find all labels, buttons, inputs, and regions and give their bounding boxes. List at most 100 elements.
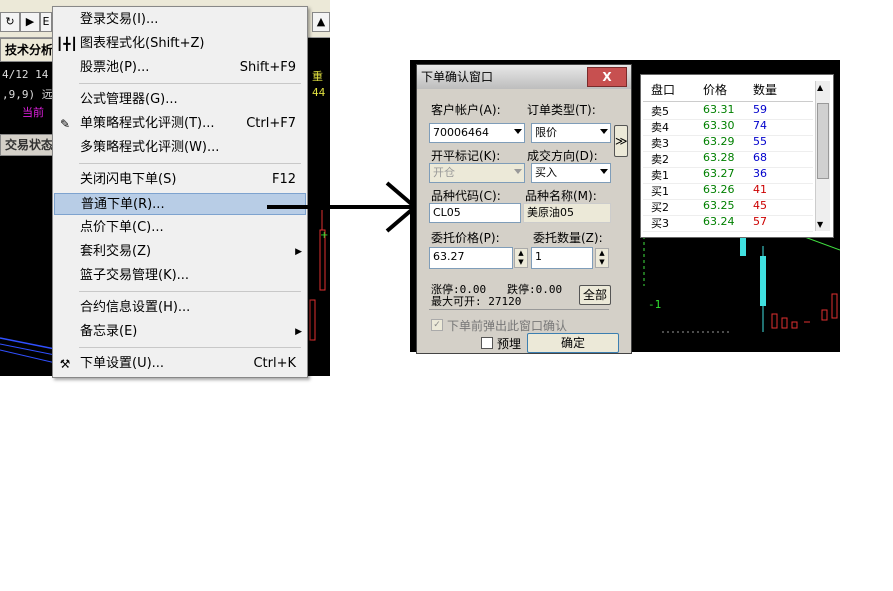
menu-separator [79, 163, 301, 164]
header-qty: 数量 [753, 83, 778, 97]
menu-item-label: 合约信息设置(H)... [80, 300, 191, 315]
chart-current-text: 当前 [22, 106, 44, 119]
menu-item-stock-pool[interactable]: 股票池(P)... Shift+F9 [54, 57, 306, 79]
dialog-separator [429, 309, 609, 310]
price-input[interactable]: 63.27 [429, 247, 513, 269]
order-book-header: 盘口 价格 数量 [643, 81, 813, 102]
table-row[interactable]: 买1 63.26 41 [643, 183, 813, 200]
chart-date-text: 4/12 14 [2, 68, 49, 81]
table-row[interactable]: 卖2 63.28 68 [643, 151, 813, 168]
book-cell-qty: 59 [753, 103, 767, 116]
table-row[interactable]: 卖3 63.29 55 [643, 135, 813, 152]
chart-lines [0, 337, 60, 365]
qty-input[interactable]: 1 [531, 247, 593, 269]
book-cell-qty: 57 [753, 215, 767, 228]
scroll-up-icon[interactable]: ▲ [817, 83, 823, 92]
book-cell-side: 卖3 [651, 137, 669, 150]
qty-stepper[interactable]: ▲ ▼ [595, 248, 609, 268]
code-input[interactable]: CL05 [429, 203, 521, 223]
confirm-popup-checkbox[interactable]: ✓ [431, 319, 443, 331]
chevron-down-icon [600, 129, 608, 134]
code-label: 品种代码(C): [431, 189, 501, 203]
order-type-value: 限价 [535, 126, 557, 139]
table-row[interactable]: 买3 63.24 57 [643, 215, 813, 232]
table-row[interactable]: 买2 63.25 45 [643, 199, 813, 216]
order-book-scrollbar[interactable]: ▲ ▼ [815, 81, 830, 231]
right-arrow-icon [267, 181, 419, 233]
name-field: 美原油05 [523, 203, 611, 223]
chevron-down-icon [514, 129, 522, 134]
close-button[interactable]: X [587, 67, 627, 87]
menu-item-label: 备忘录(E) [80, 324, 138, 339]
menu-item-basket-trade[interactable]: 篮子交易管理(K)... [54, 265, 306, 287]
book-cell-side: 买1 [651, 185, 669, 198]
table-row[interactable]: 卖4 63.30 74 [643, 119, 813, 136]
menu-item-memo[interactable]: 备忘录(E) ▶ [54, 321, 306, 343]
price-stepper[interactable]: ▲ ▼ [514, 248, 528, 268]
menu-item-label: 多策略程式化评测(W)... [80, 140, 220, 155]
scroll-down-icon[interactable]: ▼ [817, 220, 823, 229]
submenu-arrow-icon: ▶ [295, 327, 302, 337]
right-chart-candles [643, 236, 840, 333]
menu-item-single-strategy[interactable]: ✎ 单策略程式化评测(T)... Ctrl+F7 [54, 113, 306, 135]
ok-button[interactable]: 确定 [527, 333, 619, 353]
menu-item-shortcut: Ctrl+K [253, 356, 296, 371]
direction-select[interactable]: 买入 [531, 163, 611, 183]
menu-item-arbitrage[interactable]: 套利交易(Z) ▶ [54, 241, 306, 263]
all-button[interactable]: 全部 [579, 285, 611, 305]
book-cell-qty: 45 [753, 199, 767, 212]
order-type-label: 订单类型(T): [527, 103, 596, 117]
menu-item-label: 公式管理器(G)... [80, 92, 178, 107]
preview-checkbox[interactable] [481, 337, 493, 349]
book-cell-side: 买2 [651, 201, 669, 214]
play-icon[interactable]: ▶ [20, 12, 40, 32]
book-cell-qty: 68 [753, 151, 767, 164]
menu-item-contract-info[interactable]: 合约信息设置(H)... [54, 297, 306, 319]
book-cell-price: 63.26 [703, 183, 735, 196]
chevron-down-icon [600, 169, 608, 174]
order-type-select[interactable]: 限价 [531, 123, 611, 143]
price-label: 委托价格(P): [431, 231, 500, 245]
submenu-arrow-icon: ▶ [295, 247, 302, 257]
menu-separator [79, 291, 301, 292]
table-row[interactable]: 卖1 63.27 36 [643, 167, 813, 184]
menu-item-label: 图表程式化(Shift+Z) [80, 36, 205, 51]
book-cell-price: 63.27 [703, 167, 735, 180]
direction-label: 成交方向(D): [527, 149, 598, 163]
qty-label: 委托数量(Z): [533, 231, 603, 245]
toolbar-arrow-icon[interactable]: ▲ [312, 12, 330, 32]
book-cell-price: 63.28 [703, 151, 735, 164]
menu-item-multi-strategy[interactable]: 多策略程式化评测(W)... [54, 137, 306, 159]
menu-item-label: 股票池(P)... [80, 60, 150, 75]
book-cell-side: 卖1 [651, 169, 669, 182]
menu-item-label: 点价下单(C)... [80, 220, 164, 235]
account-select[interactable]: 70006464 [429, 123, 525, 143]
menu-item-label: 单策略程式化评测(T)... [80, 116, 215, 131]
chart-axis-label: -1 [648, 298, 662, 311]
book-cell-qty: 36 [753, 167, 767, 180]
account-label: 客户帐户(A): [431, 103, 501, 117]
menu-item-formula-manager[interactable]: 公式管理器(G)... [54, 89, 306, 111]
open-close-select[interactable]: 开仓 [429, 163, 525, 183]
tab-trade-status[interactable]: 交易状态 [0, 134, 60, 156]
menu-separator [79, 83, 301, 84]
table-row[interactable]: 卖5 63.31 59 [643, 103, 813, 120]
toolbar-button-icon[interactable]: ↻ [0, 12, 20, 32]
account-value: 70006464 [433, 126, 489, 139]
edit-icon: ✎ [59, 117, 71, 131]
dialog-title: 下单确认窗口 [421, 70, 494, 84]
menu-item-order-settings[interactable]: ⚒ 下单设置(U)... Ctrl+K [54, 353, 306, 375]
open-close-label: 开平标记(K): [431, 149, 501, 163]
name-label: 品种名称(M): [525, 189, 597, 203]
book-cell-price: 63.31 [703, 103, 735, 116]
menu-item-chart-program[interactable]: ┃╋┃ 图表程式化(Shift+Z) [54, 33, 306, 55]
confirm-popup-label: 下单前弹出此窗口确认 [447, 319, 568, 333]
direction-value: 买入 [535, 166, 557, 179]
order-confirm-dialog: 下单确认窗口 X 客户帐户(A): 订单类型(T): 70006464 限价 ≫… [416, 64, 632, 354]
menu-separator [79, 347, 301, 348]
expand-button[interactable]: ≫ [614, 125, 628, 157]
menu-item-login-trade[interactable]: 登录交易(I)... [54, 9, 306, 31]
toolbar-button-icon[interactable]: E [40, 12, 52, 32]
scroll-thumb[interactable] [817, 103, 829, 179]
dialog-title-bar[interactable]: 下单确认窗口 X [417, 65, 631, 89]
